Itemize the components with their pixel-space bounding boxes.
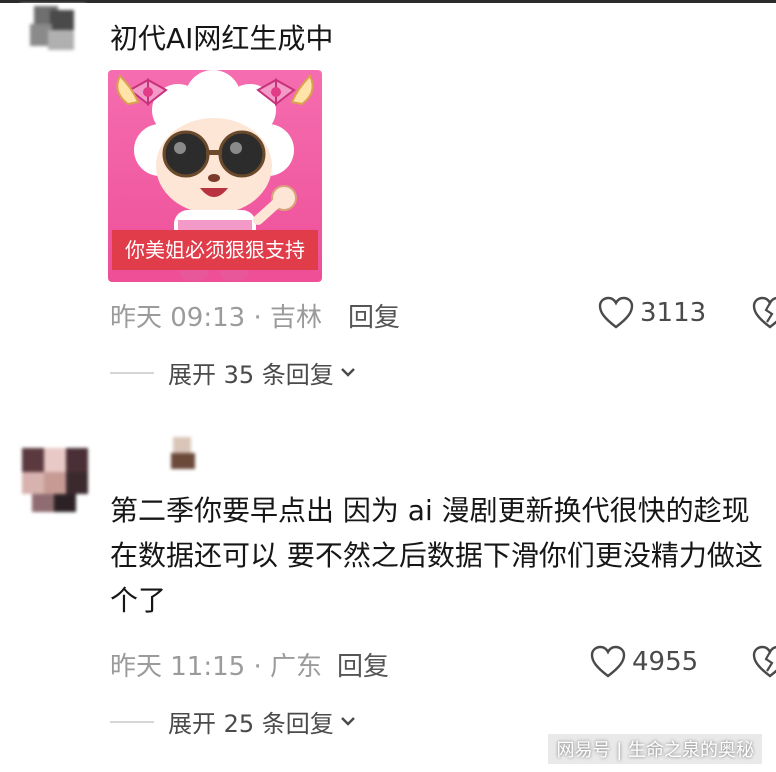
comment-meta: 昨天 09:13 · 吉林 [110, 303, 322, 333]
reply-button[interactable]: 回复 [348, 297, 400, 334]
watermark: 网易号 | 生命之泉的奥秘 [548, 734, 762, 764]
expand-replies-label: 展开 25 条回复 [168, 710, 334, 738]
dislike-icon [752, 296, 776, 329]
heart-icon [590, 645, 626, 678]
dislike-button[interactable] [752, 296, 776, 330]
expand-divider [110, 371, 154, 374]
dislike-icon [752, 645, 776, 678]
user-badge [165, 433, 205, 475]
comment-text: 第二季你要早点出 因为 ai 漫剧更新换代很快的趁现在数据还可以 要不然之后数据… [110, 494, 763, 617]
like-button[interactable]: 3113 [598, 296, 706, 330]
heart-icon [598, 296, 634, 329]
dislike-button[interactable] [752, 645, 776, 679]
like-button[interactable]: 4955 [590, 645, 698, 679]
expand-replies-button[interactable]: 展开 25 条回复 [110, 704, 356, 739]
comment-meta: 昨天 11:15 · 广东 [110, 652, 322, 682]
sticker-image[interactable]: 你美姐必须狠狠支持 [108, 70, 322, 282]
sticker-caption: 你美姐必须狠狠支持 [112, 230, 318, 270]
chevron-down-icon [340, 362, 356, 383]
expand-divider [110, 720, 154, 723]
expand-replies-label: 展开 35 条回复 [168, 361, 334, 389]
chevron-down-icon [340, 711, 356, 732]
top-divider [0, 0, 776, 3]
comment-text: 初代AI网红生成中 [110, 22, 334, 55]
reply-button[interactable]: 回复 [337, 646, 389, 683]
like-count: 4955 [632, 647, 699, 677]
avatar[interactable] [20, 4, 86, 54]
expand-replies-button[interactable]: 展开 35 条回复 [110, 355, 356, 390]
avatar[interactable] [22, 444, 88, 514]
like-count: 3113 [640, 298, 707, 328]
